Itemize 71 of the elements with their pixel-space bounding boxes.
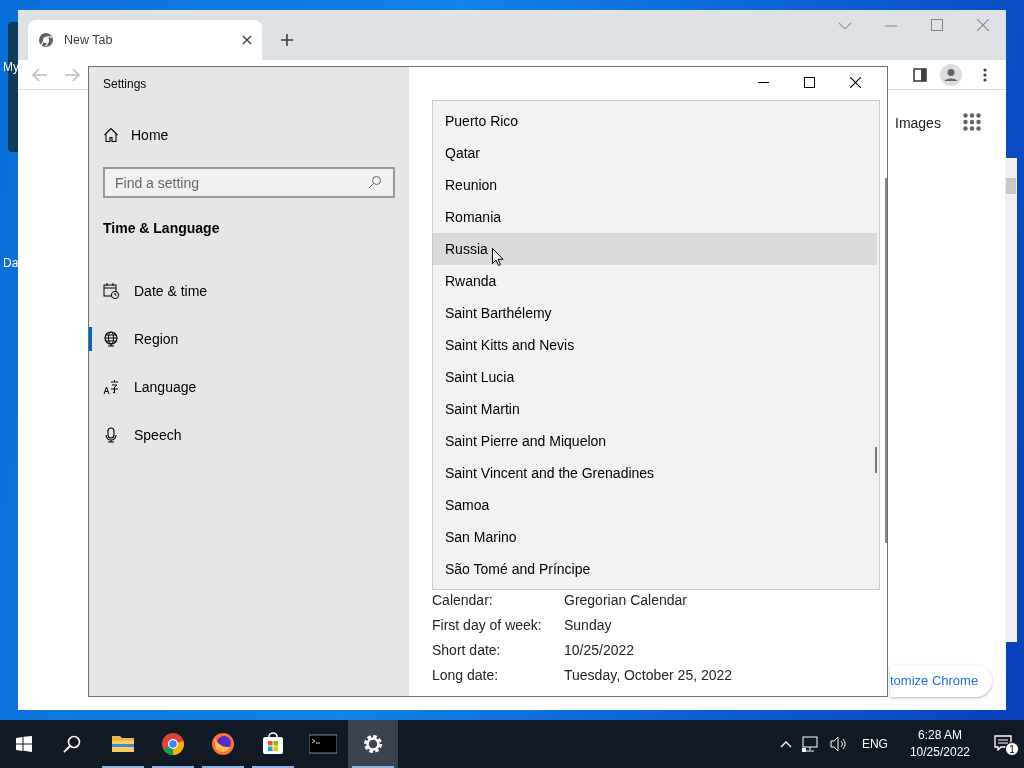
scrollbar-thumb <box>875 447 877 473</box>
menu-icon[interactable] <box>983 68 987 82</box>
format-label: Calendar: <box>432 591 494 610</box>
chevron-up-icon[interactable] <box>779 740 792 748</box>
list-item[interactable]: Saint Martin <box>433 393 877 425</box>
nav-item[interactable]: Region <box>103 315 395 363</box>
list-item[interactable]: Romania <box>433 201 877 233</box>
cursor-icon <box>492 248 504 266</box>
images-link[interactable]: Images <box>895 113 941 134</box>
customize-button[interactable]: tomize Chrome <box>890 665 993 697</box>
maximize-icon <box>803 76 815 88</box>
network-icon[interactable] <box>801 736 820 752</box>
new-tab-icon[interactable] <box>280 33 294 47</box>
section-heading: Time & Language <box>103 219 221 238</box>
taskbar-app-button[interactable] <box>348 720 398 768</box>
list-item[interactable]: Qatar <box>433 137 877 169</box>
nav-item[interactable]: Date & time <box>103 267 395 315</box>
volume-icon[interactable] <box>829 736 848 752</box>
list-item[interactable]: San Marino <box>433 521 877 553</box>
minimize-icon <box>757 81 769 83</box>
list-item[interactable]: Puerto Rico <box>433 105 877 137</box>
apps-grid-icon[interactable] <box>963 113 981 131</box>
chrome-icon <box>38 32 54 48</box>
microphone-icon <box>103 427 119 443</box>
search-field[interactable]: Find a setting <box>103 167 395 198</box>
list-item[interactable]: Samoa <box>433 489 877 521</box>
side-panel-icon[interactable] <box>913 68 927 82</box>
gear-icon <box>361 732 385 756</box>
desktop-icon-label[interactable]: Da <box>3 254 19 272</box>
terminal-icon <box>309 732 337 756</box>
calendar-icon <box>103 283 119 299</box>
windows-icon <box>16 736 32 752</box>
close-icon[interactable] <box>242 35 252 45</box>
home-icon <box>103 127 119 143</box>
format-value: Tuesday, October 25, 2022 <box>564 666 733 685</box>
browser-tab[interactable]: New Tab <box>28 20 262 60</box>
list-item[interactable]: Saint Lucia <box>433 361 877 393</box>
list-item[interactable]: Saint Vincent and the Grenadines <box>433 457 877 489</box>
search-icon <box>368 175 382 189</box>
store-icon <box>261 732 285 756</box>
tab-title: New Tab <box>64 31 114 49</box>
format-label: Short date: <box>432 641 502 660</box>
nav-item[interactable]: Language <box>103 363 395 411</box>
list-item[interactable]: São Tomé and Príncipe <box>433 553 877 585</box>
list-item[interactable]: Russia <box>433 233 877 265</box>
format-label: Long date: <box>432 666 500 685</box>
list-item[interactable]: Reunion <box>433 169 877 201</box>
clock[interactable]: 6:28 AM 10/25/2022 <box>909 727 970 761</box>
notification-count: 1 <box>1005 742 1019 756</box>
nav-item[interactable]: Speech <box>103 411 395 459</box>
firefox-icon <box>211 732 235 756</box>
window-title: Settings <box>103 76 148 93</box>
close-icon <box>849 76 861 88</box>
language-indicator[interactable]: ENG <box>861 735 888 753</box>
notification-icon[interactable] <box>994 735 1012 751</box>
chrome-icon <box>161 732 185 756</box>
profile-icon[interactable] <box>940 64 962 86</box>
globe-icon <box>103 331 119 347</box>
language-icon <box>103 379 119 395</box>
list-item[interactable]: Saint Pierre and Miquelon <box>433 425 877 457</box>
format-value: Gregorian Calendar <box>564 591 687 610</box>
maximize-icon[interactable] <box>931 19 943 31</box>
format-value: Sunday <box>564 616 612 635</box>
format-label: First day of week: <box>432 616 543 635</box>
list-item[interactable]: Saint Barthélemy <box>433 297 877 329</box>
search-icon <box>63 735 81 753</box>
list-item[interactable]: Saint Kitts and Nevis <box>433 329 877 361</box>
format-value: 10/25/2022 <box>564 641 635 660</box>
home-nav-item[interactable]: Home <box>103 111 395 159</box>
list-item[interactable]: Rwanda <box>433 265 877 297</box>
desktop-icon-label[interactable]: My <box>3 58 19 76</box>
